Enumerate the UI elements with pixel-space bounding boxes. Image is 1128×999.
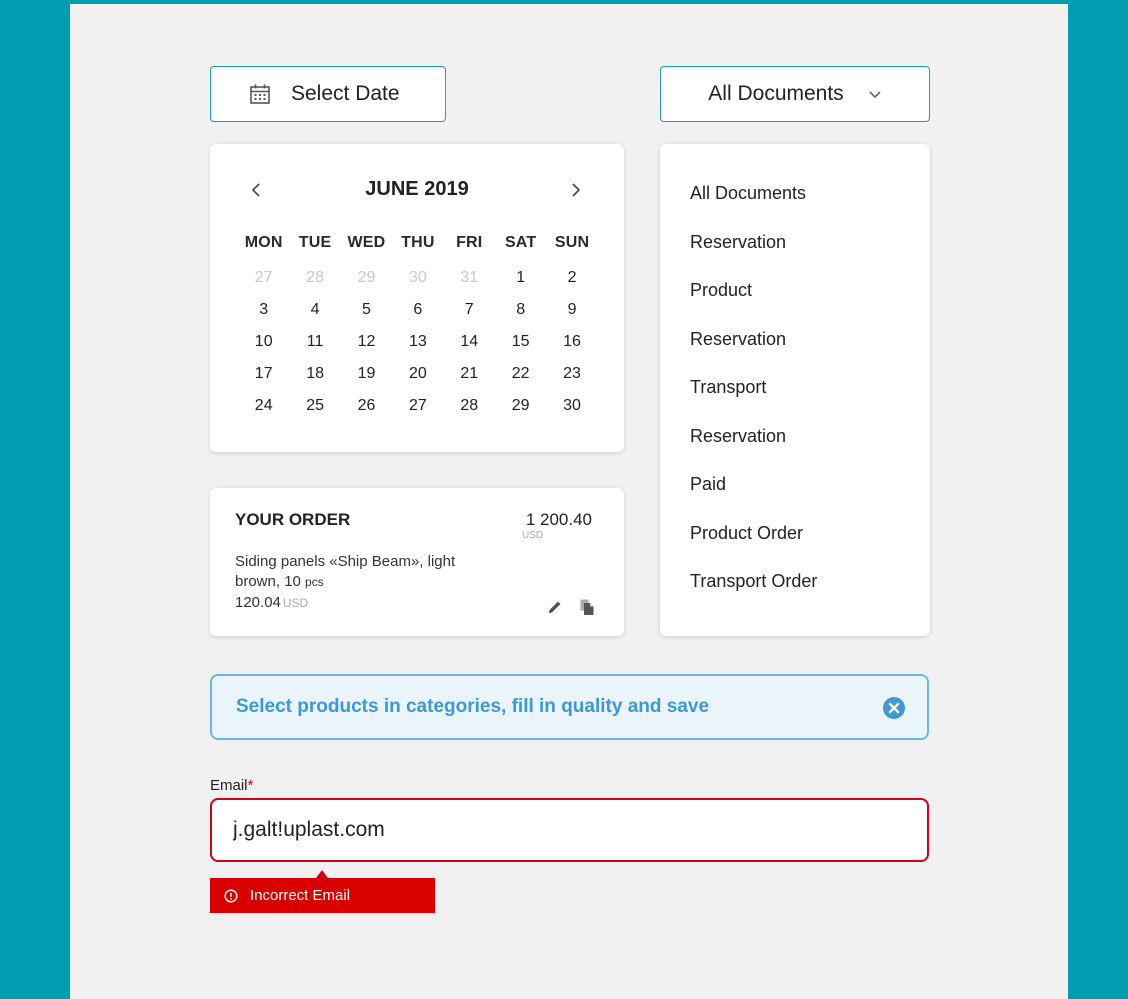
error-message: Incorrect Email <box>250 887 351 904</box>
calendar-day[interactable]: 11 <box>289 333 340 351</box>
calendar-day[interactable]: 24 <box>238 397 289 415</box>
calendar-day[interactable]: 4 <box>289 301 340 319</box>
doc-item-paid[interactable]: Paid <box>660 473 930 522</box>
doc-item-reservation[interactable]: Reservation <box>660 425 930 474</box>
order-total-currency: USD <box>522 530 544 541</box>
select-date-label: Select Date <box>291 82 400 105</box>
all-documents-dropdown[interactable]: All Documents <box>660 66 930 122</box>
calendar-day[interactable]: 27 <box>392 397 443 415</box>
chevron-down-icon <box>868 89 882 99</box>
calendar-day[interactable]: 8 <box>495 301 546 319</box>
calendar-icon <box>249 83 271 105</box>
chevron-right-icon[interactable] <box>566 180 586 200</box>
calendar-day[interactable]: 3 <box>238 301 289 319</box>
calendar-week-row: 24 25 26 27 28 29 30 <box>238 390 598 422</box>
calendar-grid: MON TUE WED THU FRI SAT SUN 27 28 29 30 … <box>238 232 598 422</box>
calendar-day[interactable]: 15 <box>495 333 546 351</box>
calendar-day[interactable]: 31 <box>444 269 495 287</box>
weekday-sat: SAT <box>504 234 537 251</box>
calendar-day[interactable]: 28 <box>444 397 495 415</box>
copy-icon[interactable] <box>578 598 596 616</box>
doc-item-transport[interactable]: Transport <box>660 376 930 425</box>
calendar-day[interactable]: 1 <box>495 269 546 287</box>
calendar-week-row: 27 28 29 30 31 1 2 <box>238 262 598 294</box>
order-card: YOUR ORDER 1 200.40 USD Siding panels «S… <box>210 488 624 636</box>
calendar-day[interactable]: 26 <box>341 397 392 415</box>
email-field[interactable] <box>210 798 929 862</box>
weekday-mon: MON <box>244 234 283 251</box>
calendar-week-row: 10 11 12 13 14 15 16 <box>238 326 598 358</box>
calendar-day[interactable]: 29 <box>341 269 392 287</box>
doc-item-reservation[interactable]: Reservation <box>660 231 930 280</box>
info-notice-text: Select products in categories, fill in q… <box>236 696 710 717</box>
doc-item-transport-order[interactable]: Transport Order <box>660 570 930 619</box>
doc-item-all-documents[interactable]: All Documents <box>660 182 930 231</box>
order-description: Siding panels «Ship Beam», light brown, … <box>235 552 495 592</box>
info-notice: Select products in categories, fill in q… <box>210 674 929 740</box>
calendar-day[interactable]: 7 <box>444 301 495 319</box>
calendar-day[interactable]: 9 <box>546 301 597 319</box>
calendar-day[interactable]: 30 <box>546 397 597 415</box>
calendar-day[interactable]: 27 <box>238 269 289 287</box>
weekday-thu: THU <box>401 234 435 251</box>
order-total: 1 200.40 <box>525 510 592 529</box>
order-item-price-value: 120.04 <box>235 594 281 611</box>
calendar-weekday-row: MON TUE WED THU FRI SAT SUN <box>238 232 598 254</box>
calendar-day[interactable]: 20 <box>392 365 443 383</box>
calendar-day[interactable]: 13 <box>392 333 443 351</box>
calendar-week-row: 3 4 5 6 7 8 9 <box>238 294 598 326</box>
calendar-month-title: JUNE 2019 <box>365 178 469 200</box>
calendar-week-row: 17 18 19 20 21 22 23 <box>238 358 598 390</box>
calendar-widget: JUNE 2019 MON TUE WED THU FRI SAT SUN 27… <box>210 144 624 452</box>
documents-list: All Documents Reservation Product Reserv… <box>660 144 930 636</box>
weekday-wed: WED <box>347 234 386 251</box>
error-tooltip: Incorrect Email <box>210 878 435 913</box>
doc-item-product-order[interactable]: Product Order <box>660 522 930 571</box>
calendar-day[interactable]: 5 <box>341 301 392 319</box>
calendar-day[interactable]: 6 <box>392 301 443 319</box>
order-actions <box>546 598 596 616</box>
calendar-day[interactable]: 14 <box>444 333 495 351</box>
select-date-button[interactable]: Select Date <box>210 66 446 122</box>
calendar-day[interactable]: 23 <box>546 365 597 383</box>
calendar-day[interactable]: 2 <box>546 269 597 287</box>
calendar-day[interactable]: 22 <box>495 365 546 383</box>
email-label: Email* <box>210 777 253 794</box>
error-icon <box>224 888 238 903</box>
order-description-text: Siding panels «Ship Beam», light brown, … <box>235 553 456 590</box>
calendar-day[interactable]: 29 <box>495 397 546 415</box>
doc-item-product[interactable]: Product <box>660 279 930 328</box>
calendar-day[interactable]: 30 <box>392 269 443 287</box>
calendar-day[interactable]: 19 <box>341 365 392 383</box>
all-documents-dropdown-label: All Documents <box>708 82 844 105</box>
calendar-day[interactable]: 21 <box>444 365 495 383</box>
order-description-unit: pcs <box>305 575 324 589</box>
calendar-day[interactable]: 10 <box>238 333 289 351</box>
order-title: YOUR ORDER <box>235 510 351 529</box>
calendar-day[interactable]: 12 <box>341 333 392 351</box>
calendar-day[interactable]: 28 <box>289 269 340 287</box>
calendar-header: JUNE 2019 <box>210 178 624 202</box>
order-item-price: 120.04 USD <box>235 594 308 611</box>
calendar-day[interactable]: 18 <box>289 365 340 383</box>
required-mark: * <box>247 777 254 794</box>
calendar-day[interactable]: 16 <box>546 333 597 351</box>
close-circle-icon[interactable] <box>883 697 905 719</box>
main-panel: Select Date All Documents JUNE 2019 MON … <box>70 4 1068 999</box>
order-item-price-currency: USD <box>282 596 309 610</box>
doc-item-reservation[interactable]: Reservation <box>660 328 930 377</box>
error-tooltip-arrow <box>316 870 328 878</box>
weekday-sun: SUN <box>554 234 590 251</box>
calendar-day[interactable]: 25 <box>289 397 340 415</box>
weekday-fri: FRI <box>456 234 483 251</box>
calendar-day[interactable]: 17 <box>238 365 289 383</box>
email-label-text: Email <box>210 777 248 794</box>
weekday-tue: TUE <box>298 234 332 251</box>
pencil-icon[interactable] <box>546 598 564 616</box>
